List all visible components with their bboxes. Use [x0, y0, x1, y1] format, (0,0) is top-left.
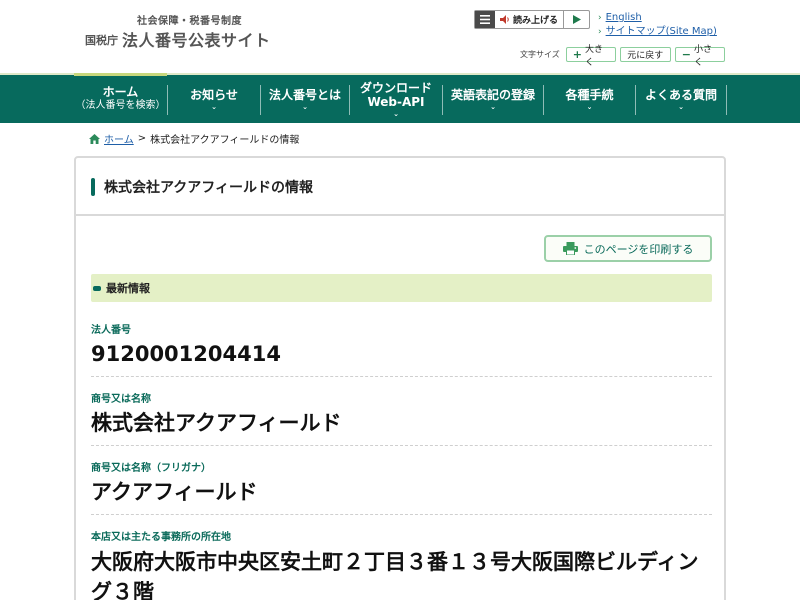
logo-title: 法人番号公表サイト [122, 31, 271, 50]
font-size-controls: 文字サイズ + 大きく 元に戻す − 小さく [520, 45, 725, 68]
print-page-button[interactable]: このページを印刷する [544, 235, 712, 262]
nav-download-sublabel: Web-API [367, 94, 425, 109]
trade-name-value: 株式会社アクアフィールド [91, 411, 342, 435]
latest-info-label: 最新情報 [106, 282, 150, 295]
nav-home-label: ホーム [102, 85, 139, 99]
corporation-info-panel: 株式会社アクアフィールドの情報 このページを印刷する 最新情報 法人番号 912… [74, 156, 726, 600]
section-marker [93, 285, 101, 291]
trade-name-kana-label: 商号又は名称（フリガナ） [91, 463, 211, 474]
tts-menu-button[interactable] [475, 11, 495, 28]
font-larger-label: 大きく [584, 44, 603, 68]
nav-item-faq[interactable]: よくある質問 ⌄ [636, 75, 726, 123]
chevron-down-icon: ⌄ [211, 102, 217, 111]
head-office-address-field: 本店又は主たる事務所の所在地 大阪府大阪市中央区安土町２丁目３番１３号大阪国際ビ… [91, 528, 712, 600]
field-divider [91, 376, 712, 377]
home-icon [89, 133, 100, 144]
header-links: › English › サイトマップ(Site Map) [598, 11, 717, 39]
chevron-down-icon: ⌄ [678, 102, 684, 111]
corporate-number-field: 法人番号 9120001204414 [91, 321, 712, 368]
nav-english-label: 英語表記の登録 [450, 87, 535, 102]
font-larger-button[interactable]: + 大きく [565, 45, 616, 68]
plus-icon: + [572, 48, 582, 61]
print-page-label: このページを印刷する [583, 242, 694, 256]
title-accent-bar [91, 178, 95, 196]
panel-header: 株式会社アクアフィールドの情報 [76, 158, 724, 216]
font-size-label: 文字サイズ [520, 50, 560, 59]
menu-icon [480, 15, 490, 24]
field-divider [91, 445, 712, 446]
font-smaller-label: 小さく [693, 44, 712, 68]
nav-download-label: ダウンロード [359, 80, 432, 95]
site-header: 社会保障・税番号制度 国税庁 法人番号公表サイト 読み上げる › English ›… [0, 0, 800, 72]
nav-faq-label: よくある質問 [644, 87, 717, 102]
chevron-down-icon: ⌄ [302, 102, 308, 111]
sitemap-link-row: › サイトマップ(Site Map) [598, 25, 717, 39]
font-reset-button[interactable]: 元に戻す [619, 47, 671, 62]
logo-subtitle: 社会保障・税番号制度 [137, 16, 242, 27]
breadcrumb: ホーム > 株式会社アクアフィールドの情報 [89, 131, 299, 146]
chevron-down-icon: ⌄ [586, 102, 593, 111]
nav-home-sublabel: （法人番号を検索） [75, 100, 166, 111]
logo-main: 国税庁 法人番号公表サイト [85, 27, 271, 51]
text-to-speech-widget: 読み上げる [474, 10, 590, 29]
nav-item-english[interactable]: 英語表記の登録 ⌄ [443, 75, 543, 123]
english-link-row: › English [598, 11, 717, 25]
sitemap-link[interactable]: サイトマップ(Site Map) [606, 25, 717, 39]
nav-item-procedures[interactable]: 各種手続 ⌄ [544, 75, 635, 123]
nav-news-label: お知らせ [190, 87, 238, 102]
trade-name-kana-value: アクアフィールド [91, 480, 258, 504]
play-icon [572, 15, 581, 24]
english-link[interactable]: English [606, 11, 642, 25]
head-office-address-label: 本店又は主たる事務所の所在地 [91, 532, 231, 543]
logo-agency: 国税庁 [85, 34, 118, 47]
page-title: 株式会社アクアフィールドの情報 [104, 180, 314, 196]
chevron-down-icon: ⌄ [490, 102, 496, 111]
font-reset-label: 元に戻す [627, 51, 664, 61]
corporate-number-label: 法人番号 [91, 325, 131, 336]
printer-icon [562, 242, 578, 255]
nav-about-label: 法人番号とは [268, 87, 341, 102]
trade-name-label: 商号又は名称 [91, 394, 151, 405]
breadcrumb-separator: > [137, 133, 147, 144]
nav-item-home[interactable]: ホーム （法人番号を検索） [74, 75, 167, 123]
head-office-address-value: 大阪府大阪市中央区安土町２丁目３番１３号大阪国際ビルディング３階 [91, 550, 699, 600]
latest-info-section-header: 最新情報 [91, 274, 712, 302]
global-nav: ホーム （法人番号を検索） お知らせ ⌄ 法人番号とは ⌄ ダウンロード Web… [0, 73, 800, 123]
nav-divider [726, 85, 727, 115]
nav-item-about[interactable]: 法人番号とは ⌄ [261, 75, 349, 123]
nav-procedures-label: 各種手続 [565, 87, 614, 102]
chevron-right-icon: › [598, 13, 602, 23]
field-divider [91, 514, 712, 515]
nav-item-download[interactable]: ダウンロード Web-API ⌄ [350, 75, 442, 123]
breadcrumb-home-link[interactable]: ホーム [104, 131, 134, 146]
chevron-down-icon: ⌄ [393, 109, 399, 118]
tts-read-button[interactable]: 読み上げる [495, 11, 564, 28]
tts-read-label: 読み上げる [512, 16, 558, 26]
speaker-icon [499, 15, 509, 24]
trade-name-field: 商号又は名称 株式会社アクアフィールド [91, 390, 712, 437]
breadcrumb-current: 株式会社アクアフィールドの情報 [150, 135, 300, 146]
chevron-right-icon: › [598, 27, 602, 37]
corporate-number-value: 9120001204414 [91, 342, 281, 366]
minus-icon: − [681, 48, 691, 61]
nav-item-news[interactable]: お知らせ ⌄ [168, 75, 260, 123]
font-smaller-button[interactable]: − 小さく [674, 45, 725, 68]
tts-play-button[interactable] [564, 11, 589, 28]
trade-name-kana-field: 商号又は名称（フリガナ） アクアフィールド [91, 459, 712, 506]
